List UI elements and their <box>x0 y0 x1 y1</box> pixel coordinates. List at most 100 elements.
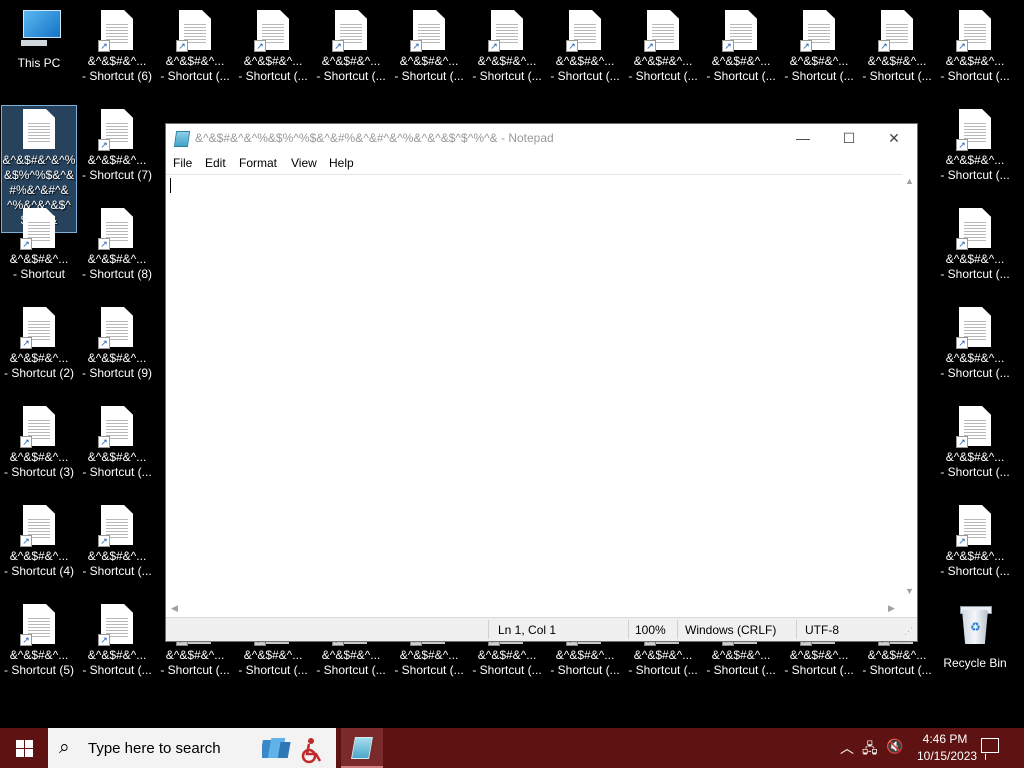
shortcut-arrow-icon: ↗ <box>878 40 890 52</box>
desktop-shortcut[interactable]: ↗&^&$#&^...- Shortcut (... <box>938 10 1012 106</box>
desktop-shortcut[interactable]: ↗&^&$#&^...- Shortcut (... <box>782 10 856 106</box>
desktop-shortcut[interactable]: ↗ &^&$#&^... - Shortcut (4) <box>2 505 76 601</box>
desktop-shortcut[interactable]: ↗ &^&$#&^... - Shortcut (... <box>80 505 154 601</box>
minimize-button[interactable]: — <box>780 124 826 154</box>
shortcut-arrow-icon: ↗ <box>98 238 110 250</box>
desktop-shortcut[interactable]: ↗ &^&$#&^... - Shortcut (2) <box>2 307 76 403</box>
encoding: UTF-8 <box>805 623 839 637</box>
search-box[interactable]: ⌕ Type here to search <box>48 728 336 768</box>
desktop-shortcut[interactable]: ↗&^&$#&^...- Shortcut (... <box>158 10 232 106</box>
menu-file[interactable]: File <box>173 156 192 170</box>
clock-date: 10/15/2023 <box>917 749 978 763</box>
desktop-shortcut[interactable]: ↗ &^&$#&^... - Shortcut (... <box>80 406 154 502</box>
search-icon: ⌕ <box>59 737 70 758</box>
desktop-shortcut[interactable]: ↗&^&$#&^...- Shortcut (... <box>236 10 310 106</box>
shortcut-arrow-icon: ↗ <box>20 634 32 646</box>
shortcut-arrow-icon: ↗ <box>254 40 266 52</box>
search-placeholder: Type here to search <box>88 740 221 757</box>
horizontal-scrollbar[interactable]: ◀ ▶ <box>166 600 902 617</box>
shortcut-arrow-icon: ↗ <box>20 337 32 349</box>
text-caret <box>170 178 171 193</box>
shortcut-arrow-icon: ↗ <box>98 436 110 448</box>
clock-time: 4:46 PM <box>922 732 968 746</box>
recycle-bin-shortcut[interactable]: ♻ Recycle Bin <box>938 604 1012 700</box>
search-highlight-icon <box>262 738 322 764</box>
vertical-scrollbar[interactable]: ▲ ▼ <box>902 174 917 600</box>
desktop-shortcut[interactable]: ↗ &^&$#&^... - Shortcut (8) <box>80 208 154 304</box>
notepad-icon <box>173 131 191 147</box>
network-icon[interactable]: 🖧 <box>862 738 878 762</box>
menu-help[interactable]: Help <box>329 156 354 170</box>
desktop-shortcut[interactable]: ↗ &^&$#&^... - Shortcut (9) <box>80 307 154 403</box>
recycle-bin-icon: ♻ <box>958 604 992 644</box>
shortcut-arrow-icon: ↗ <box>98 337 110 349</box>
desktop-shortcut[interactable]: ↗&^&$#&^...- Shortcut (... <box>314 10 388 106</box>
desktop-shortcut[interactable]: ↗ &^&$#&^... - Shortcut <box>2 208 76 304</box>
desktop-shortcut[interactable]: ↗&^&$#&^...- Shortcut (... <box>470 10 544 106</box>
desktop-shortcut[interactable]: ↗&^&$#&^...- Shortcut (... <box>938 208 1012 304</box>
shortcut-arrow-icon: ↗ <box>722 40 734 52</box>
text-document-icon <box>23 109 55 149</box>
desktop-shortcut[interactable]: ↗&^&$#&^...- Shortcut (... <box>704 10 778 106</box>
desktop-shortcut[interactable]: ↗ &^&$#&^... - Shortcut (5) <box>2 604 76 700</box>
this-pc-shortcut[interactable]: This PC <box>2 8 76 104</box>
windows-logo-icon <box>16 740 33 757</box>
maximize-button[interactable]: ☐ <box>826 124 872 154</box>
zoom-level: 100% <box>635 623 666 637</box>
cursor-position: Ln 1, Col 1 <box>498 623 557 637</box>
shortcut-arrow-icon: ↗ <box>956 238 968 250</box>
shortcut-arrow-icon: ↗ <box>98 535 110 547</box>
shortcut-arrow-icon: ↗ <box>98 139 110 151</box>
scroll-down-icon[interactable]: ▼ <box>905 586 914 596</box>
shortcut-arrow-icon: ↗ <box>800 40 812 52</box>
scroll-left-icon[interactable]: ◀ <box>171 603 178 614</box>
desktop-shortcut[interactable]: ↗&^&$#&^...- Shortcut (... <box>938 406 1012 502</box>
shortcut-arrow-icon: ↗ <box>956 40 968 52</box>
shortcut-arrow-icon: ↗ <box>956 535 968 547</box>
shortcut-arrow-icon: ↗ <box>488 40 500 52</box>
menu-edit[interactable]: Edit <box>205 156 226 170</box>
shortcut-arrow-icon: ↗ <box>98 634 110 646</box>
desktop-shortcut[interactable]: ↗ &^&$#&^... - Shortcut (6) <box>80 10 154 106</box>
notification-icon[interactable] <box>981 738 999 753</box>
desktop-shortcut[interactable]: ↗ &^&$#&^... - Shortcut (... <box>80 604 154 700</box>
shortcut-arrow-icon: ↗ <box>176 40 188 52</box>
shortcut-arrow-icon: ↗ <box>20 436 32 448</box>
desktop-shortcut[interactable]: ↗&^&$#&^...- Shortcut (... <box>938 307 1012 403</box>
desktop-shortcut[interactable]: ↗&^&$#&^...- Shortcut (... <box>626 10 700 106</box>
shortcut-arrow-icon: ↗ <box>98 40 110 52</box>
icon-label: This PC <box>17 56 61 70</box>
shortcut-arrow-icon: ↗ <box>566 40 578 52</box>
notepad-icon <box>351 737 373 759</box>
desktop-shortcut[interactable]: ↗&^&$#&^...- Shortcut (... <box>392 10 466 106</box>
shortcut-arrow-icon: ↗ <box>956 436 968 448</box>
menu-format[interactable]: Format <box>239 156 277 170</box>
desktop: This PC &^&$#&^&^%&$%^%$&^&#%&^&#^&^%&^&… <box>0 0 1024 728</box>
taskbar-notepad-button[interactable] <box>341 728 383 768</box>
menu-view[interactable]: View <box>291 156 317 170</box>
clock[interactable]: 4:46 PM 10/15/2023 <box>917 731 978 765</box>
title-bar[interactable]: &^&$#&^&^%&$%^%$&^&#%&^&#^&^%&^&^&$^$^%^… <box>166 124 917 154</box>
shortcut-arrow-icon: ↗ <box>956 139 968 151</box>
shortcut-arrow-icon: ↗ <box>332 40 344 52</box>
shortcut-arrow-icon: ↗ <box>20 535 32 547</box>
desktop-shortcut[interactable]: ↗&^&$#&^...- Shortcut (... <box>938 505 1012 601</box>
scroll-right-icon[interactable]: ▶ <box>888 603 895 614</box>
start-button[interactable] <box>0 728 48 768</box>
computer-icon <box>19 10 61 46</box>
desktop-shortcut[interactable]: ↗&^&$#&^...- Shortcut (... <box>548 10 622 106</box>
taskbar: ⌕ Type here to search ︿ 🖧 🔇 4:46 PM 10/1… <box>0 728 1024 768</box>
close-button[interactable]: ✕ <box>871 124 917 154</box>
volume-muted-icon[interactable]: 🔇 <box>886 738 903 755</box>
scroll-up-icon[interactable]: ▲ <box>905 176 914 186</box>
text-editor[interactable] <box>166 174 902 601</box>
notepad-window[interactable]: &^&$#&^&^%&$%^%$&^&#%&^&#^&^%&^&^&$^$^%^… <box>165 123 918 642</box>
resize-grip-icon[interactable]: ⋰ <box>904 626 913 637</box>
desktop-shortcut[interactable]: ↗&^&$#&^...- Shortcut (... <box>860 10 934 106</box>
window-title: &^&$#&^&^%&$%^%$&^&#%&^&#^&^%&^&^&$^$^%^… <box>195 131 554 145</box>
desktop-shortcut[interactable]: ↗&^&$#&^...- Shortcut (... <box>938 109 1012 205</box>
desktop-shortcut[interactable]: ↗ &^&$#&^... - Shortcut (3) <box>2 406 76 502</box>
shortcut-arrow-icon: ↗ <box>410 40 422 52</box>
desktop-shortcut[interactable]: ↗ &^&$#&^... - Shortcut (7) <box>80 109 154 205</box>
chevron-up-icon[interactable]: ︿ <box>840 738 854 758</box>
